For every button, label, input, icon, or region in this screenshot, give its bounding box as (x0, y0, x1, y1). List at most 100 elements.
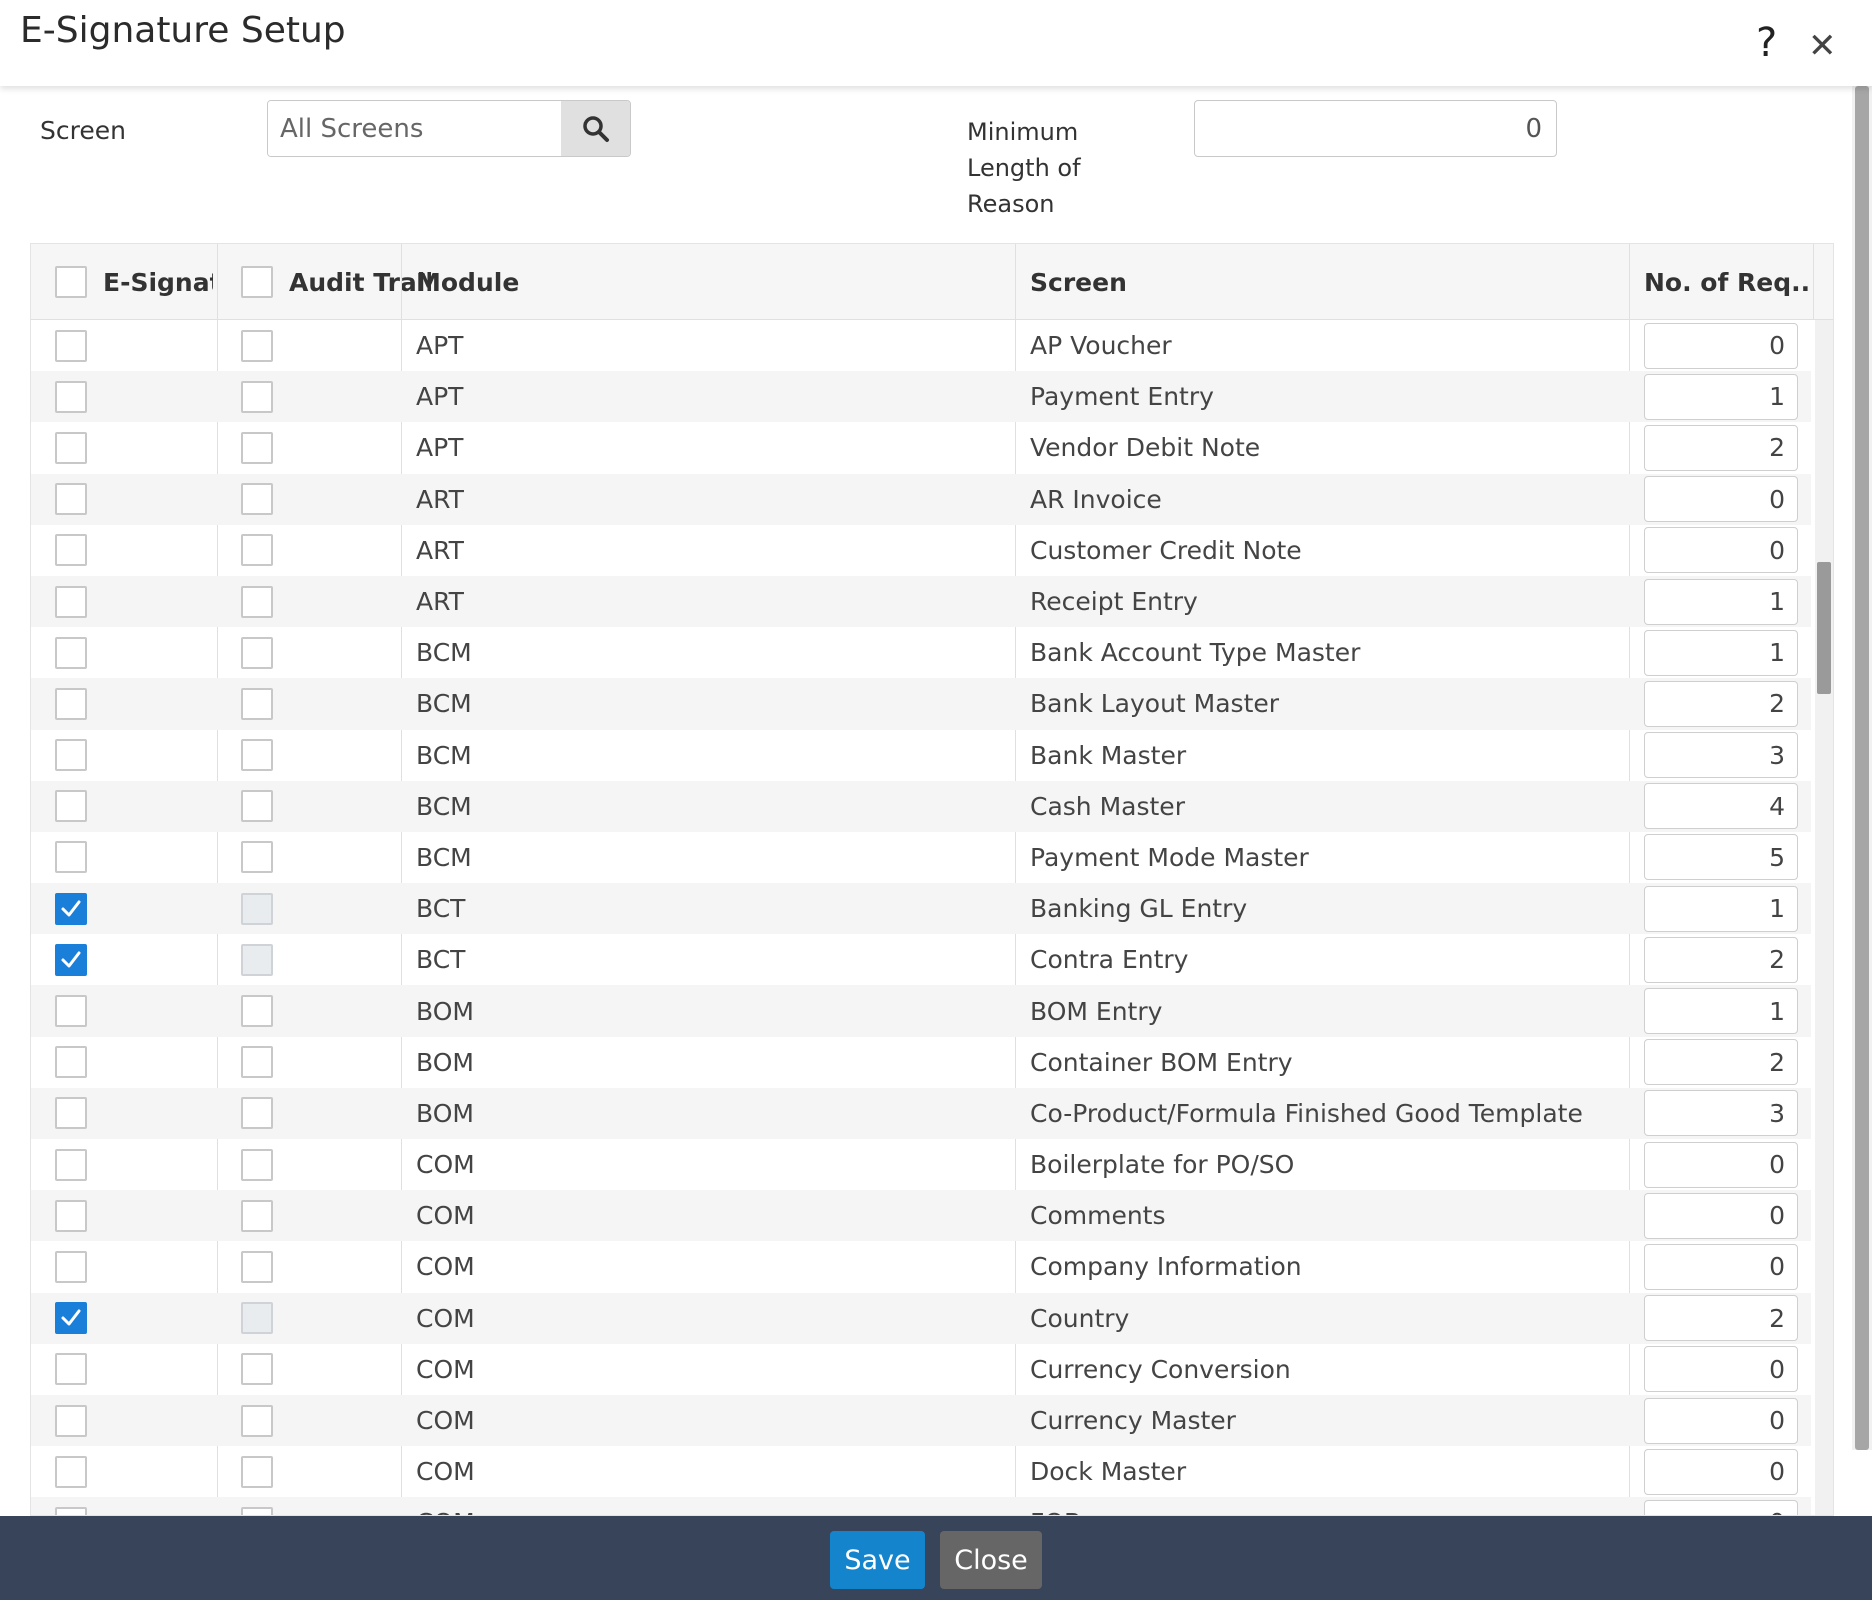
grid-scrollbar-thumb[interactable] (1817, 562, 1831, 694)
module-cell: BCT (416, 945, 466, 975)
table-row: COM Currency Conversion (31, 1344, 1811, 1395)
audit-trail-cell (241, 1139, 273, 1190)
header-no-of-required[interactable]: No. of Req... (1644, 244, 1809, 320)
audit-trail-checkbox[interactable] (241, 1455, 273, 1488)
esignature-checkbox[interactable] (55, 1404, 87, 1437)
esignature-cell (55, 730, 87, 781)
table-row: APT AP Voucher (31, 320, 1811, 371)
screen-cell: Currency Conversion (1030, 1354, 1291, 1384)
audit-trail-checkbox[interactable] (241, 995, 273, 1028)
esignature-checkbox[interactable] (55, 329, 87, 362)
esignature-checkbox[interactable] (55, 483, 87, 516)
table-row: COM Comments (31, 1190, 1811, 1242)
required-count-input[interactable] (1644, 1397, 1798, 1444)
esignature-checkbox[interactable] (55, 1455, 87, 1488)
required-count-input[interactable] (1644, 476, 1798, 523)
required-count-input[interactable] (1644, 885, 1798, 932)
esignature-checkbox[interactable] (55, 1097, 87, 1130)
audit-trail-checkbox[interactable] (241, 1506, 273, 1515)
audit-trail-checkbox[interactable] (241, 483, 273, 516)
audit-trail-checkbox[interactable] (241, 1199, 273, 1232)
required-count-input[interactable] (1644, 322, 1798, 369)
audit-trail-checkbox[interactable] (241, 687, 273, 720)
required-count-input[interactable] (1644, 1346, 1798, 1393)
required-count-input[interactable] (1644, 1141, 1798, 1188)
required-count-input[interactable] (1644, 834, 1798, 881)
grid-scrollbar[interactable] (1815, 320, 1833, 1515)
help-icon[interactable]: ? (1756, 20, 1777, 66)
audit-trail-checkbox[interactable] (241, 585, 273, 618)
esignature-checkbox[interactable] (55, 380, 87, 413)
required-count-input[interactable] (1644, 578, 1798, 625)
esignature-checkbox[interactable] (55, 585, 87, 618)
esignature-checkbox[interactable] (55, 431, 87, 464)
audit-trail-cell (241, 1344, 273, 1395)
select-all-audit-checkbox[interactable] (241, 266, 273, 298)
required-count-input[interactable] (1644, 732, 1798, 779)
audit-trail-checkbox[interactable] (241, 790, 273, 823)
required-count-input[interactable] (1644, 1295, 1798, 1342)
esignature-checkbox[interactable] (55, 636, 87, 669)
select-all-esignature-checkbox[interactable] (55, 266, 87, 298)
screen-cell: Customer Credit Note (1030, 535, 1302, 565)
audit-trail-checkbox[interactable] (241, 1250, 273, 1283)
page-scrollbar-thumb[interactable] (1855, 86, 1869, 1450)
esignature-checkbox[interactable] (55, 841, 87, 874)
required-count-input[interactable] (1644, 1090, 1798, 1137)
screen-cell: Receipt Entry (1030, 587, 1198, 617)
required-count-cell (1644, 1446, 1798, 1497)
audit-trail-checkbox[interactable] (241, 1046, 273, 1079)
screen-filter-input[interactable] (268, 101, 561, 156)
esignature-checkbox[interactable] (55, 995, 87, 1028)
audit-trail-checkbox[interactable] (241, 1097, 273, 1130)
required-count-input[interactable] (1644, 936, 1798, 983)
audit-trail-checkbox[interactable] (241, 329, 273, 362)
save-button[interactable]: Save (830, 1531, 925, 1589)
esignature-checkbox[interactable] (55, 943, 87, 976)
required-count-input[interactable] (1644, 629, 1798, 676)
esignature-checkbox[interactable] (55, 1302, 87, 1335)
min-length-label: Minimum Length of Reason (967, 118, 1081, 218)
required-count-input[interactable] (1644, 988, 1798, 1035)
esignature-checkbox[interactable] (55, 892, 87, 925)
audit-trail-checkbox[interactable] (241, 1353, 273, 1386)
audit-trail-checkbox[interactable] (241, 636, 273, 669)
esignature-checkbox[interactable] (55, 790, 87, 823)
audit-trail-checkbox[interactable] (241, 841, 273, 874)
audit-trail-checkbox[interactable] (241, 1404, 273, 1437)
required-count-input[interactable] (1644, 1499, 1798, 1515)
required-count-input[interactable] (1644, 1243, 1798, 1290)
audit-trail-checkbox[interactable] (241, 380, 273, 413)
header-screen[interactable]: Screen (1030, 244, 1630, 320)
audit-trail-checkbox (241, 1302, 273, 1335)
required-count-input[interactable] (1644, 1039, 1798, 1086)
required-count-input[interactable] (1644, 1448, 1798, 1495)
audit-trail-checkbox[interactable] (241, 739, 273, 772)
header-module[interactable]: Module (416, 244, 1016, 320)
close-button[interactable]: Close (940, 1531, 1042, 1589)
required-count-input[interactable] (1644, 527, 1798, 574)
audit-trail-checkbox[interactable] (241, 534, 273, 567)
esignature-checkbox[interactable] (55, 1506, 87, 1515)
esignature-checkbox[interactable] (55, 1046, 87, 1079)
close-icon[interactable]: ✕ (1808, 26, 1837, 66)
esignature-cell (55, 1446, 87, 1497)
esignature-checkbox[interactable] (55, 1148, 87, 1181)
screen-cell: Payment Entry (1030, 382, 1214, 412)
audit-trail-checkbox[interactable] (241, 431, 273, 464)
audit-trail-checkbox[interactable] (241, 1148, 273, 1181)
min-length-input[interactable] (1194, 100, 1557, 157)
esignature-checkbox[interactable] (55, 534, 87, 567)
required-count-input[interactable] (1644, 424, 1798, 471)
esignature-checkbox[interactable] (55, 1199, 87, 1232)
required-count-input[interactable] (1644, 680, 1798, 727)
page-scrollbar[interactable] (1852, 86, 1872, 1450)
esignature-checkbox[interactable] (55, 739, 87, 772)
required-count-input[interactable] (1644, 1192, 1798, 1239)
esignature-checkbox[interactable] (55, 1250, 87, 1283)
required-count-input[interactable] (1644, 783, 1798, 830)
required-count-input[interactable] (1644, 373, 1798, 420)
search-button[interactable] (561, 101, 630, 156)
esignature-checkbox[interactable] (55, 1353, 87, 1386)
esignature-checkbox[interactable] (55, 687, 87, 720)
